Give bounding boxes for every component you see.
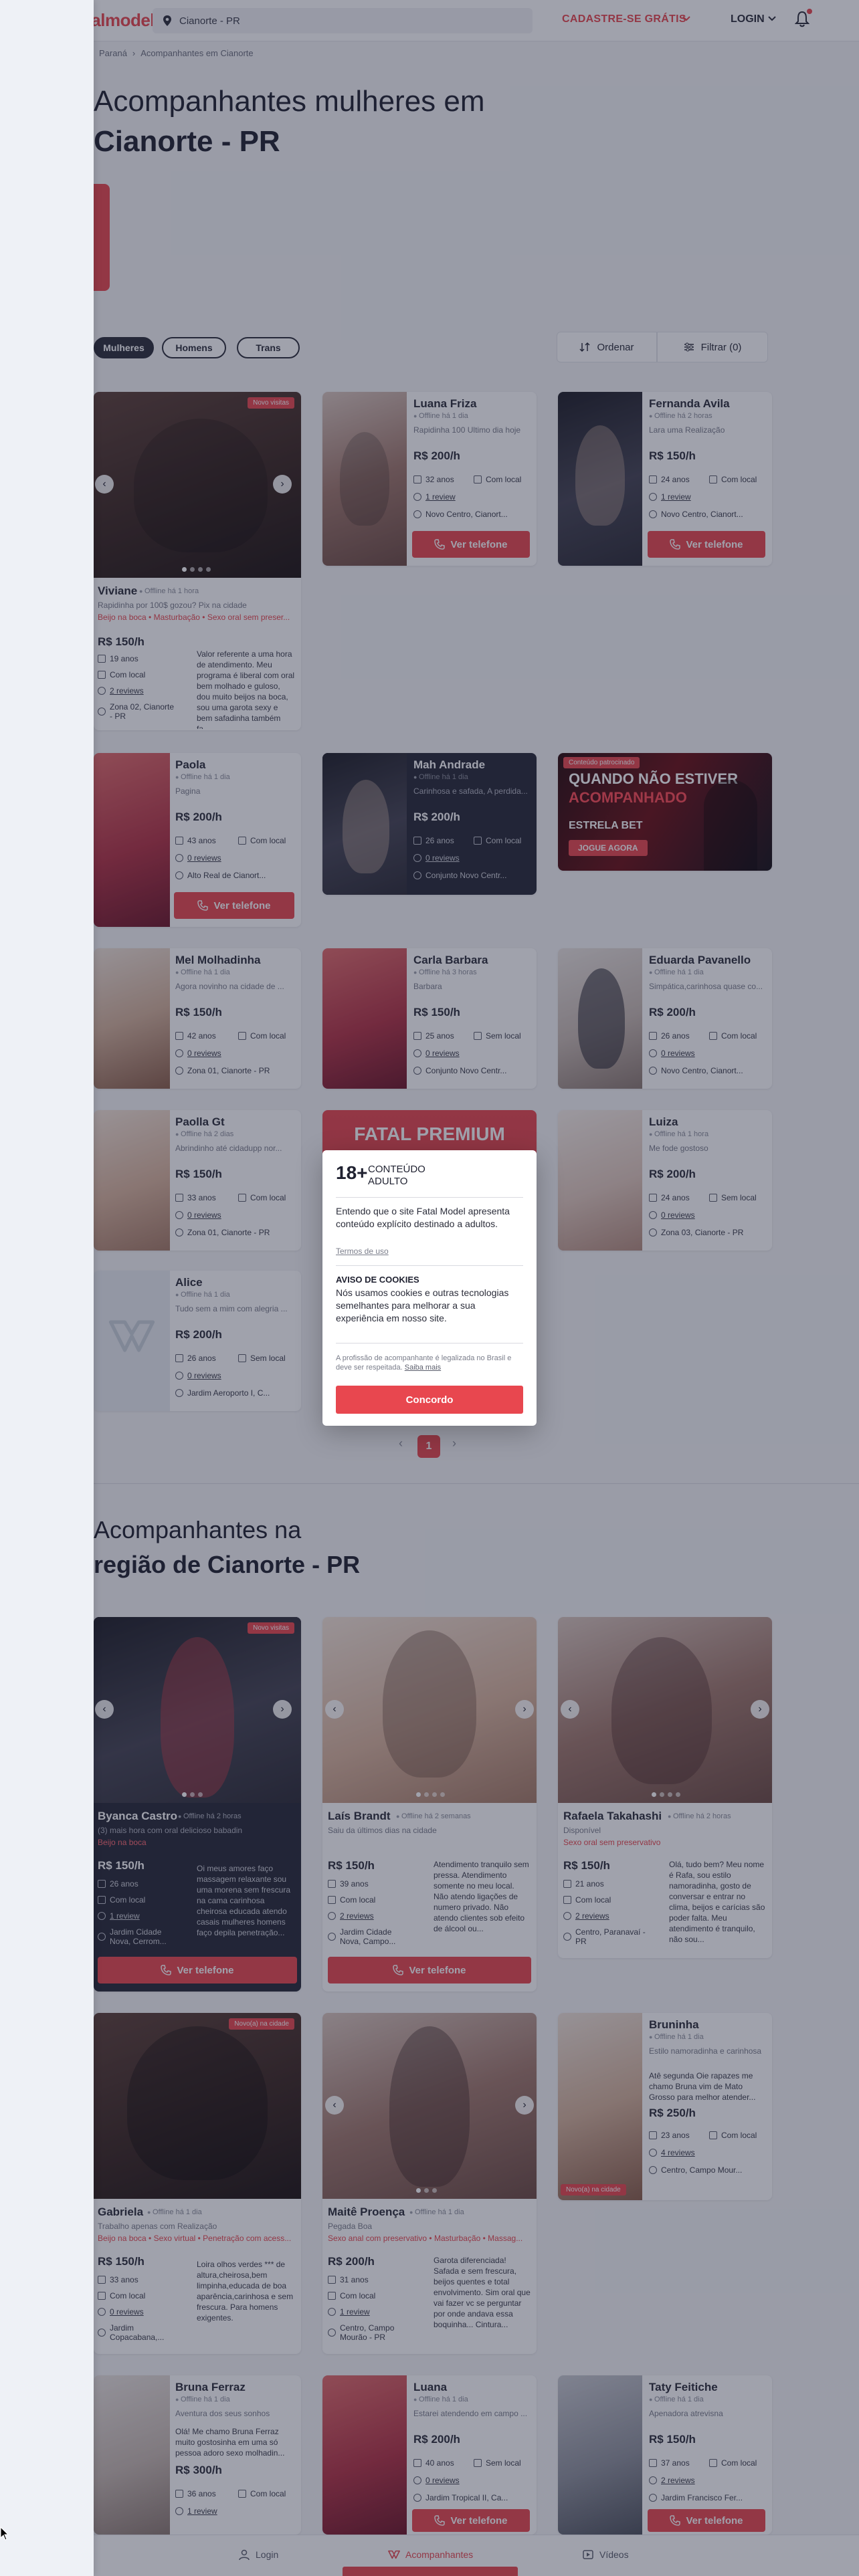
age-badge: 18+ <box>336 1162 368 1183</box>
modal-divider <box>336 1265 523 1266</box>
cookie-title: AVISO DE COOKIES <box>336 1275 419 1285</box>
adult-disclaimer: Entendo que o site Fatal Model apresenta… <box>336 1206 510 1229</box>
age-cookie-modal: 18+ CONTEÚDO ADULTO Entendo que o site F… <box>322 1150 537 1426</box>
age-label: CONTEÚDO ADULTO <box>368 1164 425 1187</box>
side-drawer[interactable] <box>0 0 94 2576</box>
modal-divider <box>336 1197 523 1198</box>
modal-divider <box>336 1343 523 1344</box>
mouse-cursor-icon <box>0 2527 9 2541</box>
learn-more-link[interactable]: Saiba mais <box>405 1364 441 1372</box>
cookie-text: Nós usamos cookies e outras tecnologias … <box>336 1287 509 1323</box>
legal-note: A profissão de acompanhante é legalizada… <box>336 1354 523 1372</box>
agree-button[interactable]: Concordo <box>336 1386 523 1414</box>
terms-link[interactable]: Termos de uso <box>336 1247 389 1256</box>
